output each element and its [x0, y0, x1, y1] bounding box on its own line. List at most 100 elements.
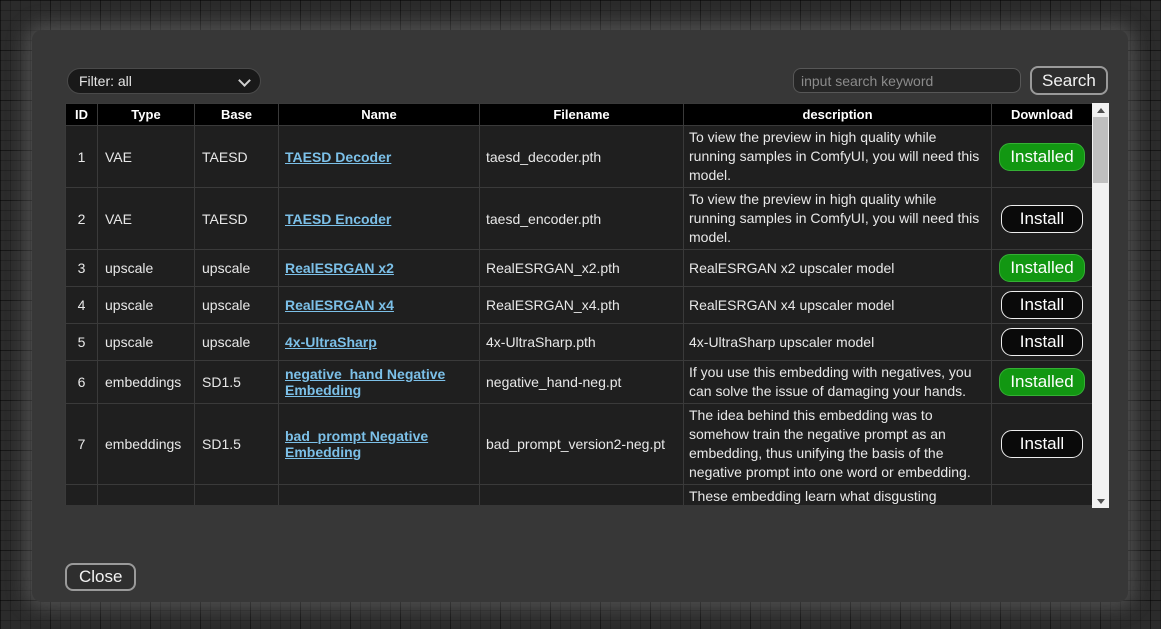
cell-base: upscale: [195, 250, 279, 287]
header-id: ID: [66, 104, 98, 126]
scrollbar-up-arrow-icon[interactable]: [1092, 103, 1109, 117]
download-cell: [992, 485, 1093, 506]
cell-base: TAESD: [195, 188, 279, 250]
header-filename: Filename: [480, 104, 684, 126]
cell-description: To view the preview in high quality whil…: [684, 188, 992, 250]
filter-select[interactable]: Filter: all: [67, 68, 261, 94]
cell-description: RealESRGAN x2 upscaler model: [684, 250, 992, 287]
cell-id: 6: [66, 361, 98, 404]
table-row: 4 upscale upscale RealESRGAN x4 RealESRG…: [66, 287, 1093, 324]
table-scrollbar[interactable]: [1092, 103, 1109, 508]
cell-filename: 4x-UltraSharp.pth: [480, 324, 684, 361]
download-button[interactable]: Install: [1001, 205, 1083, 233]
model-link[interactable]: TAESD Decoder: [285, 149, 391, 165]
cell-base: upscale: [195, 324, 279, 361]
filter-select-wrap: Filter: all: [67, 68, 261, 94]
scrollbar-thumb[interactable]: [1093, 117, 1108, 183]
download-button[interactable]: Installed: [999, 143, 1084, 171]
cell-type: VAE: [98, 126, 195, 188]
cell-filename: [480, 485, 684, 506]
cell-id: 2: [66, 188, 98, 250]
header-download: Download: [992, 104, 1093, 126]
header-type: Type: [98, 104, 195, 126]
cell-id: 1: [66, 126, 98, 188]
search-input[interactable]: [793, 68, 1021, 93]
cell-name: bad_prompt Negative Embedding: [279, 404, 480, 485]
table-body: 1 VAE TAESD TAESD Decoder taesd_decoder.…: [66, 126, 1093, 506]
table-row: 1 VAE TAESD TAESD Decoder taesd_decoder.…: [66, 126, 1093, 188]
cell-id: 7: [66, 404, 98, 485]
cell-id: 5: [66, 324, 98, 361]
cell-type: embeddings: [98, 404, 195, 485]
download-cell: Installed: [992, 361, 1093, 404]
search-button[interactable]: Search: [1030, 66, 1108, 95]
download-button[interactable]: Install: [1001, 291, 1083, 319]
table-header-row: ID Type Base Name Filename description D…: [66, 104, 1093, 126]
model-link[interactable]: 4x-UltraSharp: [285, 334, 377, 350]
cell-filename: taesd_encoder.pth: [480, 188, 684, 250]
cell-filename: RealESRGAN_x2.pth: [480, 250, 684, 287]
download-button[interactable]: Installed: [999, 254, 1084, 282]
cell-type: upscale: [98, 287, 195, 324]
cell-type: [98, 485, 195, 506]
cell-name: [279, 485, 480, 506]
cell-type: upscale: [98, 250, 195, 287]
cell-type: upscale: [98, 324, 195, 361]
scrollbar-down-arrow-icon[interactable]: [1092, 494, 1109, 508]
download-cell: Installed: [992, 126, 1093, 188]
cell-type: VAE: [98, 188, 195, 250]
model-link[interactable]: negative_hand Negative Embedding: [285, 366, 445, 398]
cell-name: TAESD Encoder: [279, 188, 480, 250]
cell-name: TAESD Decoder: [279, 126, 480, 188]
cell-filename: negative_hand-neg.pt: [480, 361, 684, 404]
table-row: 2 VAE TAESD TAESD Encoder taesd_encoder.…: [66, 188, 1093, 250]
header-name: Name: [279, 104, 480, 126]
models-table-clip: ID Type Base Name Filename description D…: [65, 103, 1092, 505]
cell-base: upscale: [195, 287, 279, 324]
header-description: description: [684, 104, 992, 126]
download-cell: Install: [992, 324, 1093, 361]
model-link[interactable]: TAESD Encoder: [285, 211, 391, 227]
cell-base: [195, 485, 279, 506]
models-table: ID Type Base Name Filename description D…: [65, 103, 1092, 505]
table-row: 3 upscale upscale RealESRGAN x2 RealESRG…: [66, 250, 1093, 287]
cell-description: RealESRGAN x4 upscaler model: [684, 287, 992, 324]
cell-filename: taesd_decoder.pth: [480, 126, 684, 188]
cell-base: SD1.5: [195, 404, 279, 485]
cell-description: If you use this embedding with negatives…: [684, 361, 992, 404]
cell-base: TAESD: [195, 126, 279, 188]
cell-base: SD1.5: [195, 361, 279, 404]
cell-id: 3: [66, 250, 98, 287]
download-button[interactable]: Install: [1001, 430, 1083, 458]
cell-name: RealESRGAN x4: [279, 287, 480, 324]
models-table-zone: ID Type Base Name Filename description D…: [65, 103, 1110, 505]
table-row: 5 upscale upscale 4x-UltraSharp 4x-Ultra…: [66, 324, 1093, 361]
table-row: 6 embeddings SD1.5 negative_hand Negativ…: [66, 361, 1093, 404]
download-cell: Install: [992, 287, 1093, 324]
cell-id: 4: [66, 287, 98, 324]
cell-description: These embedding learn what disgusting co…: [684, 485, 992, 506]
cell-filename: bad_prompt_version2-neg.pt: [480, 404, 684, 485]
cell-name: negative_hand Negative Embedding: [279, 361, 480, 404]
download-cell: Install: [992, 188, 1093, 250]
model-link[interactable]: bad_prompt Negative Embedding: [285, 428, 428, 460]
model-manager-dialog: Filter: all Search ID Type Base Name: [32, 30, 1128, 602]
header-base: Base: [195, 104, 279, 126]
cell-name: 4x-UltraSharp: [279, 324, 480, 361]
table-row: 7 embeddings SD1.5 bad_prompt Negative E…: [66, 404, 1093, 485]
cell-id: [66, 485, 98, 506]
cell-description: 4x-UltraSharp upscaler model: [684, 324, 992, 361]
cell-description: To view the preview in high quality whil…: [684, 126, 992, 188]
download-button[interactable]: Installed: [999, 368, 1084, 396]
table-row: These embedding learn what disgusting co…: [66, 485, 1093, 506]
model-link[interactable]: RealESRGAN x2: [285, 260, 394, 276]
download-cell: Installed: [992, 250, 1093, 287]
cell-type: embeddings: [98, 361, 195, 404]
download-cell: Install: [992, 404, 1093, 485]
close-button[interactable]: Close: [65, 563, 136, 591]
cell-description: The idea behind this embedding was to so…: [684, 404, 992, 485]
model-link[interactable]: RealESRGAN x4: [285, 297, 394, 313]
download-button[interactable]: Install: [1001, 328, 1083, 356]
cell-name: RealESRGAN x2: [279, 250, 480, 287]
cell-filename: RealESRGAN_x4.pth: [480, 287, 684, 324]
